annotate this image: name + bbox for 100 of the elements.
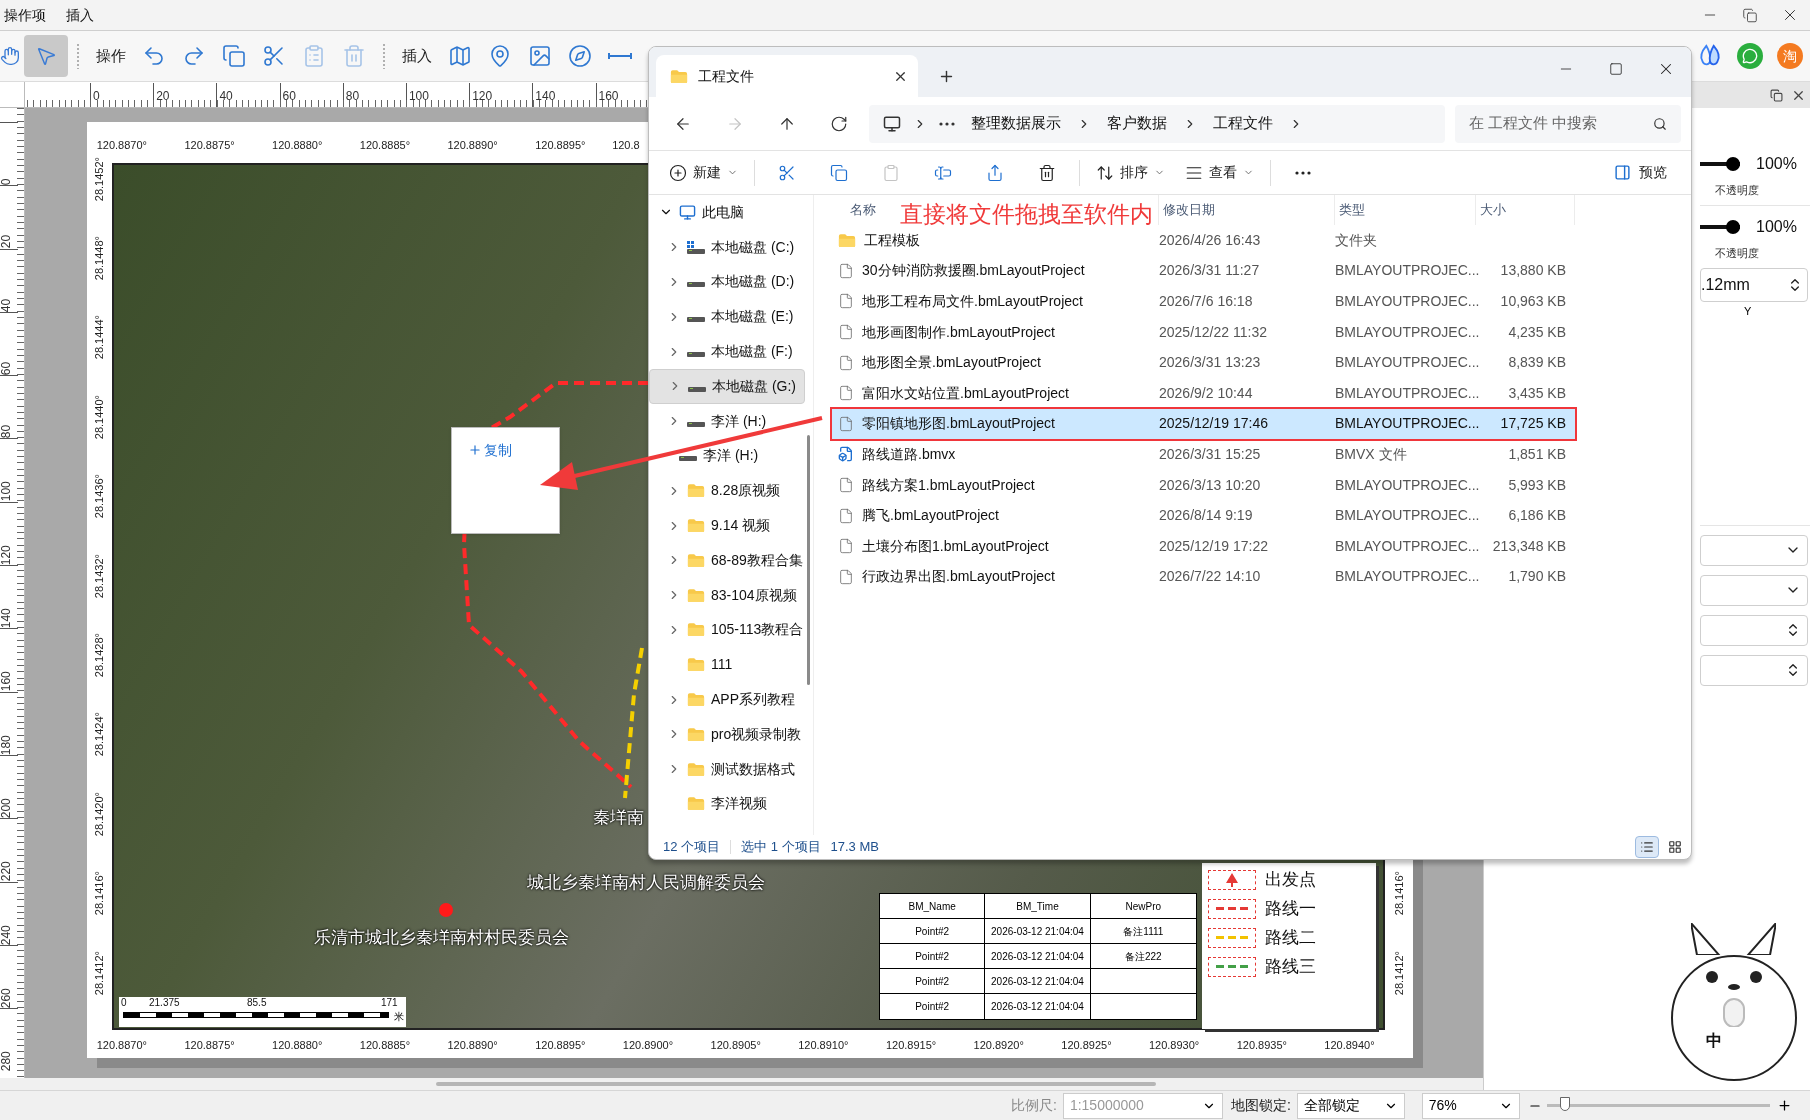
folder-icon [687,483,705,499]
file-row[interactable]: 30分钟消防救援圈.bmLayoutProject 2026/3/31 11:27 BMLAYOUTPROJEC... 13,880 KB [832,255,1575,287]
file-row[interactable]: 工程模板 2026/4/26 16:43 文件夹 [832,225,1575,256]
tree-item[interactable]: 本地磁盘 (G:) [649,369,805,404]
folder-icon [838,232,856,248]
ruler-label: 100 [408,89,429,103]
tree-item[interactable]: 本地磁盘 (D:) [649,264,805,300]
file-row[interactable]: 地形画图制作.bmLayoutProject 2025/12/22 11:32 BMLAYOUTPROJEC... 4,235 KB [832,316,1575,348]
chat-app-button[interactable] [1737,43,1763,69]
column-header[interactable]: 类型 [1339,200,1365,220]
window-tab[interactable]: 工程文件 [656,55,918,97]
folder-icon [687,587,705,603]
file-row[interactable]: 腾飞.bmLayoutProject 2026/8/14 9:19 BMLAYOUTPROJEC... 6,186 KB [832,500,1575,531]
zoom-slider-thumb[interactable] [1559,1097,1570,1111]
number-field[interactable] [1700,654,1808,686]
column-header[interactable]: 名称 [850,200,876,220]
file-row[interactable]: 行政边界出图.bmLayoutProject 2026/7/22 14:10 BMLAYOUTPROJEC... 1,790 KB [832,561,1575,593]
scale-label: 171 [381,998,398,1008]
search-field[interactable]: 在 工程文件 中搜索 [1455,104,1681,143]
table-cell-text: 2026-03-12 21:04:04 [991,949,1084,964]
new-tab-icon[interactable] [938,68,955,85]
tab-title: 工程文件 [698,66,755,86]
column-header[interactable]: 大小 [1480,200,1506,220]
view-mode-button[interactable] [1635,836,1659,858]
longitude-label: 120.8895° [535,1039,586,1051]
menu-item[interactable]: 操作项 [0,4,50,26]
opacity-label: 不透明度 [1715,183,1760,197]
tree-item[interactable]: 本地磁盘 (F:) [649,334,805,369]
breadcrumb-item[interactable]: 工程文件 [1209,112,1277,135]
scale-label: 0 [121,998,127,1008]
file-icon [838,507,854,524]
tree-item[interactable]: 测试数据格式 [649,751,805,787]
command-button[interactable]: 排序 [1086,155,1175,190]
modified-date: 2025/12/19 17:22 [1159,536,1269,556]
file-row[interactable]: 土壤分布图1.bmLayoutProject 2025/12/19 17:22 BMLAYOUTPROJEC... 213,348 KB [832,530,1575,562]
number-field[interactable] [1700,614,1808,646]
file-row[interactable]: 地形工程布局文件.bmLayoutProject 2026/7/6 16:18 BMLAYOUTPROJEC... 10,963 KB [832,286,1575,317]
map-lock-dropdown[interactable]: 全部锁定 [1296,1092,1405,1119]
pointer-icon [35,45,57,67]
breadcrumb-item[interactable]: 整理数据展示 [967,112,1065,135]
file-row[interactable]: 路线道路.bmvx 2026/3/31 15:25 BMVX 文件 1,851 KB [832,439,1575,470]
menu-item[interactable]: 插入 [62,4,98,26]
table-cell-text: 备注222 [1125,949,1162,964]
tree-item[interactable]: 李洋 (H:) [649,403,805,439]
file-row[interactable]: 富阳水文站位置.bmLayoutProject 2026/9/2 10:44 BMLAYOUTPROJEC... 3,435 KB [832,377,1575,409]
map-place-label: 城北乡秦垟南村人民调解委员会 [527,872,765,894]
clipboard-icon [302,44,326,68]
file-type: BMLAYOUTPROJEC... [1335,322,1476,342]
tree-item[interactable]: 本地磁盘 (E:) [649,299,805,335]
computer-icon [679,203,696,221]
file-row[interactable]: 地形图全景.bmLayoutProject 2026/3/31 13:23 BMLAYOUTPROJEC... 8,839 KB [832,347,1575,378]
table-cell-text: Point#2 [915,1000,950,1014]
tree-item[interactable]: pro视频录制教 [649,716,805,752]
preview-button[interactable]: 预览 [1602,155,1679,190]
file-row[interactable]: 路线方案1.bmLayoutProject 2026/3/13 10:20 BMLAYOUTPROJEC... 5,993 KB [832,469,1575,501]
file-row[interactable]: 零阳镇地形图.bmLayoutProject 2025/12/19 17:46 BMLAYOUTPROJEC... 17,725 KB [832,408,1575,440]
modified-date: 2026/4/26 16:43 [1159,230,1262,250]
zoom-dropdown[interactable]: 76% [1421,1092,1520,1119]
file-size: 5,993 KB [1508,476,1566,493]
package-file-icon [838,446,854,463]
column-header[interactable]: 修改日期 [1163,200,1215,220]
file-name: 零阳镇地形图.bmLayoutProject [862,414,1055,434]
tree-item[interactable]: 105-113教程合 [649,612,805,648]
file-type: BMLAYOUTPROJEC... [1335,292,1476,311]
zoom-in-icon[interactable] [1776,1098,1792,1113]
file-type: BMLAYOUTPROJEC... [1335,383,1476,403]
drive-icon [687,352,705,358]
tree-item[interactable]: 李洋 (H:) [649,438,805,474]
longitude-label: 120.8935° [1236,1039,1287,1051]
preview-pane-icon [1614,164,1631,181]
tree-item[interactable]: 9.14 视频 [649,508,805,543]
longitude-label: 120.8925° [1061,1039,1112,1051]
address-bar[interactable]: 整理数据展示 客户数据 工程文件 [869,104,1445,143]
tree-item[interactable]: 8.28原视频 [649,473,805,509]
tree-item[interactable]: 此电脑 [649,195,805,230]
tree-item[interactable]: 本地磁盘 (C:) [649,229,805,265]
scrollbar-thumb[interactable] [807,435,810,685]
longitude-label: 120.8880° [272,1039,323,1051]
table-cell-text: Point#2 [915,924,950,939]
table-header: BM_Name [880,894,986,918]
tree-item[interactable]: 68-89教程合集 [649,542,805,578]
legend-label: 路线一 [1265,896,1316,920]
file-icon [838,324,854,341]
tree-item[interactable]: APP系列教程 [649,682,805,717]
command-button[interactable]: 新建 [659,155,748,190]
map-place-label: 乐清市城北乡秦垟南村村民委员会 [314,927,569,949]
command-button[interactable]: 查看 [1175,155,1264,190]
y-position-field[interactable]: .12mm [1700,268,1808,302]
tree-item[interactable]: 111 [649,647,805,683]
scrollbar-thumb[interactable] [436,1082,1156,1086]
drive-icon [688,386,706,392]
modified-date: 2026/7/22 14:10 [1159,567,1262,587]
tree-item[interactable]: 83-104原视频 [649,577,805,613]
tree-item[interactable]: 李洋视频 [649,786,805,822]
breadcrumb-item[interactable]: 客户数据 [1103,112,1171,135]
map-marker-icon [439,903,453,917]
restore-icon[interactable] [1770,88,1783,102]
more-icon[interactable] [939,121,955,126]
scissors-icon [262,44,286,68]
latitude-label: 28.1416° [1391,871,1406,916]
